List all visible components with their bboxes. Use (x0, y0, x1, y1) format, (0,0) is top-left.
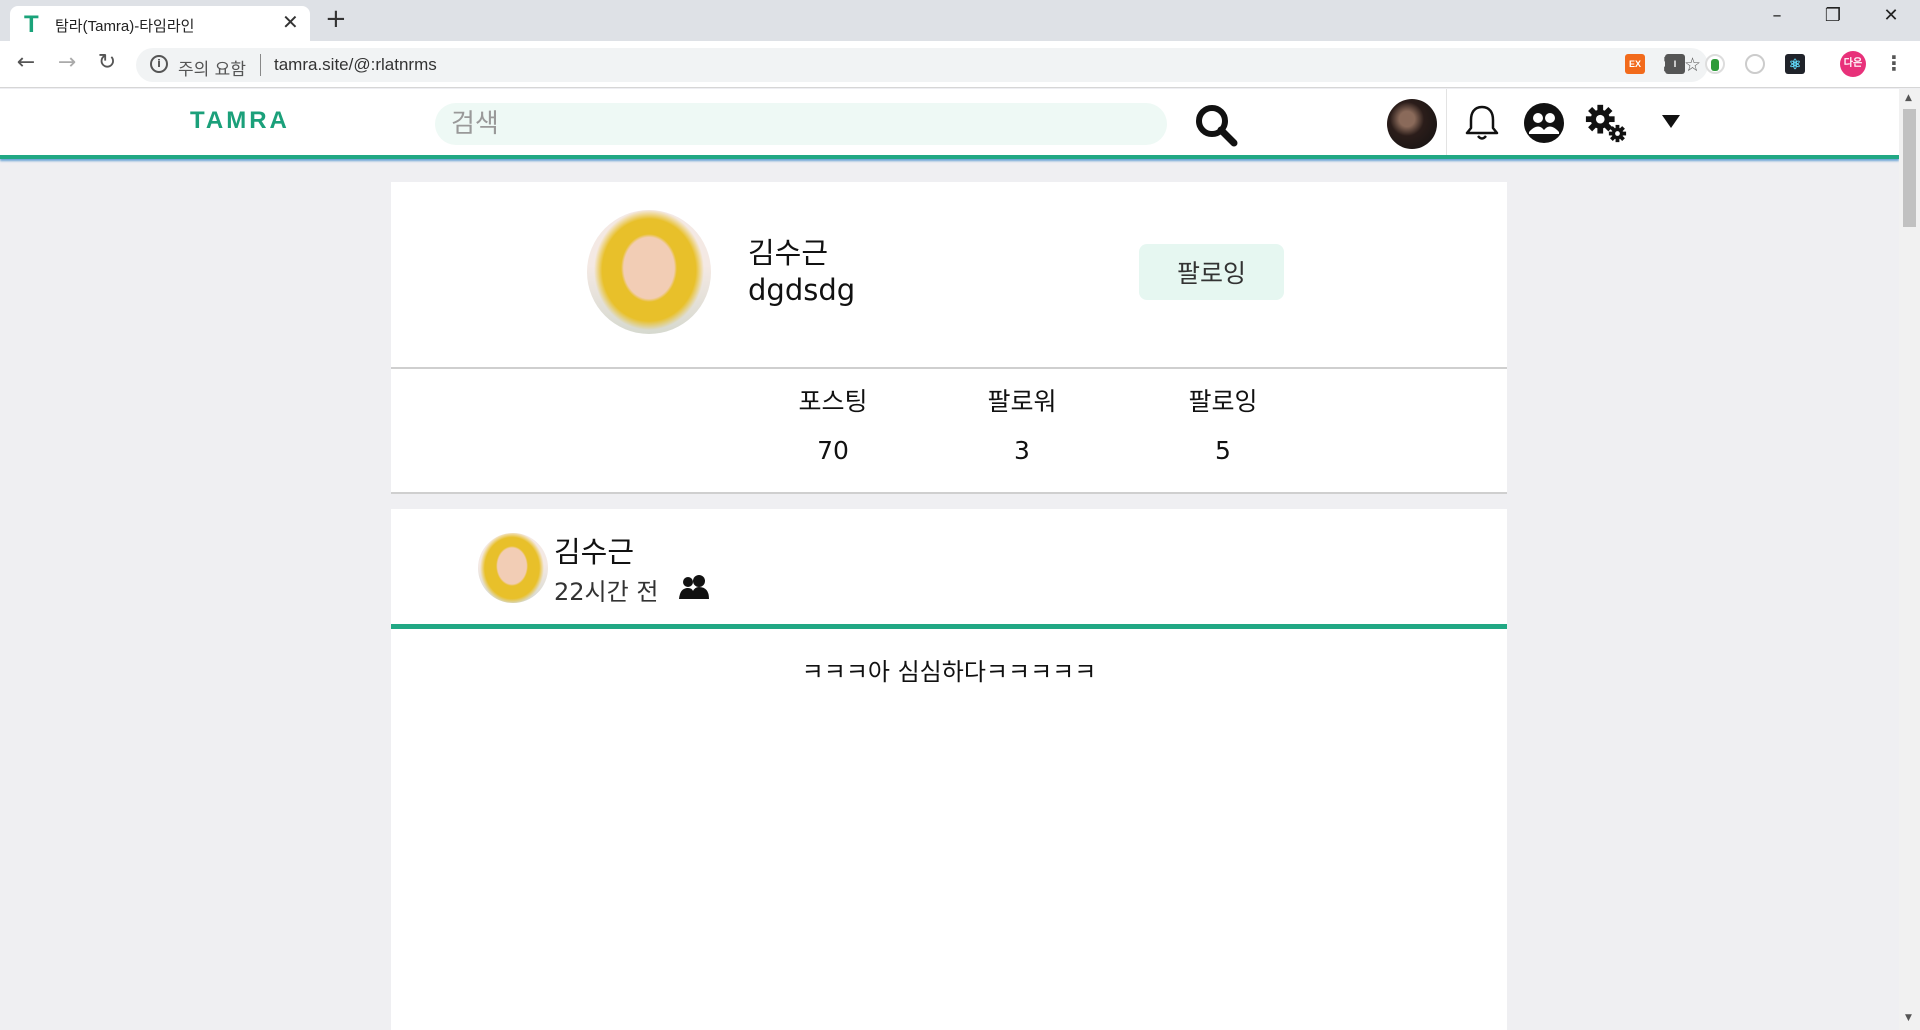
minimize-icon[interactable]: – (1762, 4, 1792, 28)
stat-posts[interactable]: 포스팅 70 (753, 382, 913, 465)
header-divider (1446, 89, 1447, 155)
friends-circle-icon[interactable] (1522, 101, 1566, 145)
stat-label: 팔로워 (987, 387, 1057, 416)
profile-avatar (587, 210, 711, 334)
address-bar[interactable]: i 주의 요함 tamra.site/@:rlatnrms ⛶ ☆ (136, 48, 1708, 82)
stat-following[interactable]: 팔로잉 5 (1143, 382, 1303, 465)
stat-value: 5 (1215, 436, 1231, 465)
bookmark-star-icon[interactable]: ☆ (1684, 54, 1701, 76)
settings-gears-icon[interactable] (1584, 101, 1628, 145)
new-tab-icon[interactable]: + (325, 6, 347, 32)
post-author-name[interactable]: 김수근 (554, 529, 634, 571)
search-icon[interactable] (1193, 102, 1239, 148)
scroll-thumb[interactable] (1903, 109, 1916, 227)
bell-icon[interactable] (1460, 101, 1504, 145)
tamra-favicon-icon: T (24, 11, 39, 38)
browser-toolbar: ← → ↻ i 주의 요함 tamra.site/@:rlatnrms ⛶ ☆ … (0, 41, 1920, 88)
green-extension-icon[interactable] (1705, 54, 1725, 74)
post-timestamp: 22시간 전 (554, 578, 659, 606)
site-header: TAMRA (0, 89, 1899, 159)
page-scrollbar[interactable]: ▲ ▼ (1899, 89, 1920, 1030)
profile-name: 김수근 (748, 236, 829, 270)
stat-label: 포스팅 (798, 387, 868, 416)
restore-icon[interactable]: ❐ (1818, 4, 1848, 28)
tab-close-icon[interactable]: ✕ (282, 12, 299, 32)
scroll-up-icon[interactable]: ▲ (1905, 93, 1912, 103)
post-content: ㅋㅋㅋ아 심심하다ㅋㅋㅋㅋㅋ (801, 658, 1097, 686)
browser-menu-icon[interactable]: ⋮ (1884, 51, 1904, 75)
browser-profile-avatar[interactable]: 다은 (1840, 51, 1866, 77)
back-icon[interactable]: ← (12, 51, 40, 75)
post-header-rule (391, 624, 1507, 629)
i-extension-icon[interactable]: I (1665, 54, 1685, 74)
scroll-down-icon[interactable]: ▼ (1905, 1013, 1912, 1023)
dropdown-caret-icon[interactable] (1662, 113, 1680, 129)
profile-card-bottom-border (391, 492, 1507, 494)
profile-handle: dgdsdg (748, 273, 856, 307)
friends-icon (679, 575, 709, 599)
url-text[interactable]: tamra.site/@:rlatnrms (274, 55, 437, 75)
following-button[interactable]: 팔로잉 (1139, 244, 1284, 300)
security-warning[interactable]: 주의 요함 (178, 55, 246, 80)
header-user-avatar[interactable] (1387, 99, 1437, 149)
profile-divider (391, 367, 1507, 369)
site-logo[interactable]: TAMRA (190, 107, 290, 135)
search-input[interactable] (435, 103, 1167, 145)
ex-extension-icon[interactable]: EX (1625, 54, 1645, 74)
window-close-icon[interactable]: ✕ (1876, 4, 1906, 28)
stat-followers[interactable]: 팔로워 3 (942, 382, 1102, 465)
reload-icon[interactable]: ↻ (93, 51, 121, 75)
omnibox-separator (260, 54, 261, 76)
tab-title: 탐라(Tamra)-타임라인 (55, 18, 195, 35)
browser-tabstrip: T 탐라(Tamra)-타임라인 ✕ + – ❐ ✕ (0, 0, 1920, 41)
forward-icon[interactable]: → (53, 51, 81, 75)
stat-value: 70 (817, 436, 849, 465)
timer-extension-icon[interactable] (1745, 54, 1765, 74)
react-devtools-icon[interactable]: ⚛ (1785, 54, 1805, 74)
stat-value: 3 (1014, 436, 1030, 465)
stat-label: 팔로잉 (1188, 387, 1258, 416)
profile-card: 김수근 dgdsdg 팔로잉 포스팅 70 팔로워 3 팔로잉 5 (391, 182, 1507, 494)
browser-tab[interactable]: T 탐라(Tamra)-타임라인 ✕ (10, 6, 310, 41)
info-icon[interactable]: i (150, 55, 168, 73)
timeline-post: 김수근 22시간 전 ㅋㅋㅋ아 심심하다ㅋㅋㅋㅋㅋ (391, 509, 1507, 1030)
post-author-avatar[interactable] (478, 533, 548, 603)
